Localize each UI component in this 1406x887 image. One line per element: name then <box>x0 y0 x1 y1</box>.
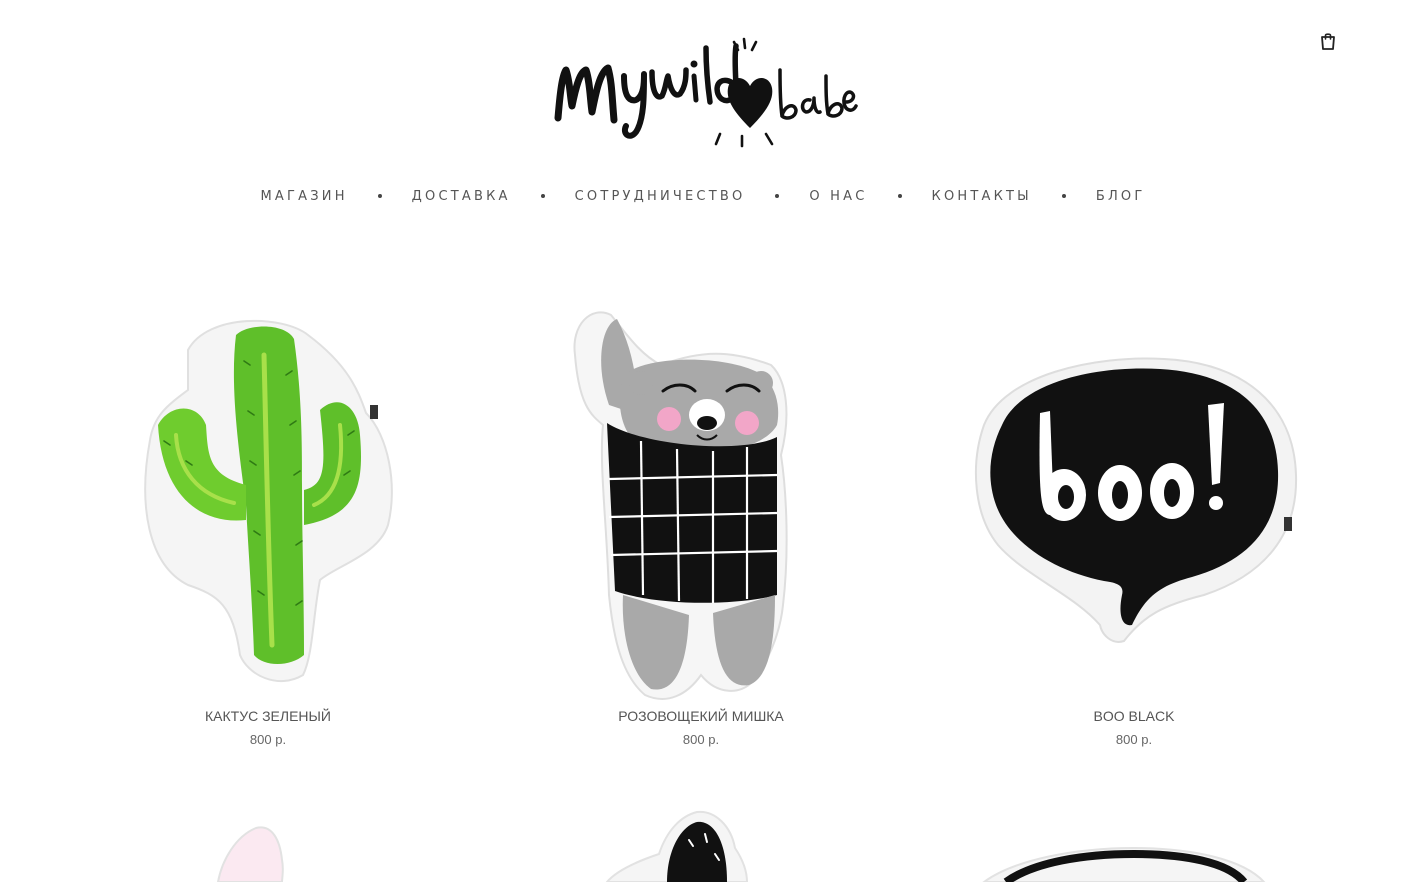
nav-separator <box>540 194 545 198</box>
nav-item-delivery[interactable]: ДОСТАВКА <box>412 189 511 204</box>
product-card: РОЗОВОЩЕКИЙ МИШКА 800 р. <box>491 295 911 747</box>
site-header: МАГАЗИН ДОСТАВКА СОТРУДНИЧЕСТВО О НАС КО… <box>0 0 1406 240</box>
product-card: BOO BLACK 800 р. <box>924 295 1344 747</box>
nav-separator <box>377 194 382 198</box>
product-card <box>58 800 478 887</box>
product-image[interactable] <box>58 800 478 883</box>
product-image[interactable] <box>924 800 1344 886</box>
product-image-boo[interactable] <box>924 295 1344 705</box>
product-card <box>491 800 911 887</box>
product-card: КАКТУС ЗЕЛЕНЫЙ 800 р. <box>58 295 478 747</box>
product-price: 800 р. <box>1115 732 1153 747</box>
nav-item-blog[interactable]: БЛОГ <box>1096 189 1146 204</box>
product-price: 800 р. <box>682 732 720 747</box>
product-image-bear[interactable] <box>491 295 911 705</box>
product-card <box>924 800 1344 887</box>
nav-item-shop[interactable]: МАГАЗИН <box>261 189 348 204</box>
nav-separator <box>1061 194 1066 198</box>
product-title[interactable]: КАКТУС ЗЕЛЕНЫЙ <box>58 708 478 724</box>
main-navigation: МАГАЗИН ДОСТАВКА СОТРУДНИЧЕСТВО О НАС КО… <box>0 183 1406 209</box>
nav-separator <box>775 194 780 198</box>
nav-item-cooperation[interactable]: СОТРУДНИЧЕСТВО <box>575 189 746 204</box>
product-title[interactable]: РОЗОВОЩЕКИЙ МИШКА <box>491 708 911 724</box>
product-title[interactable]: BOO BLACK <box>924 708 1344 724</box>
nav-item-about[interactable]: О НАС <box>809 189 867 204</box>
nav-separator <box>897 194 902 198</box>
brand-logo[interactable] <box>548 36 860 150</box>
product-image-cactus[interactable] <box>58 295 478 705</box>
product-price: 800 р. <box>249 732 287 747</box>
shopping-bag-icon[interactable] <box>1318 31 1338 51</box>
product-image[interactable] <box>491 800 911 883</box>
nav-item-contacts[interactable]: КОНТАКТЫ <box>932 189 1032 204</box>
